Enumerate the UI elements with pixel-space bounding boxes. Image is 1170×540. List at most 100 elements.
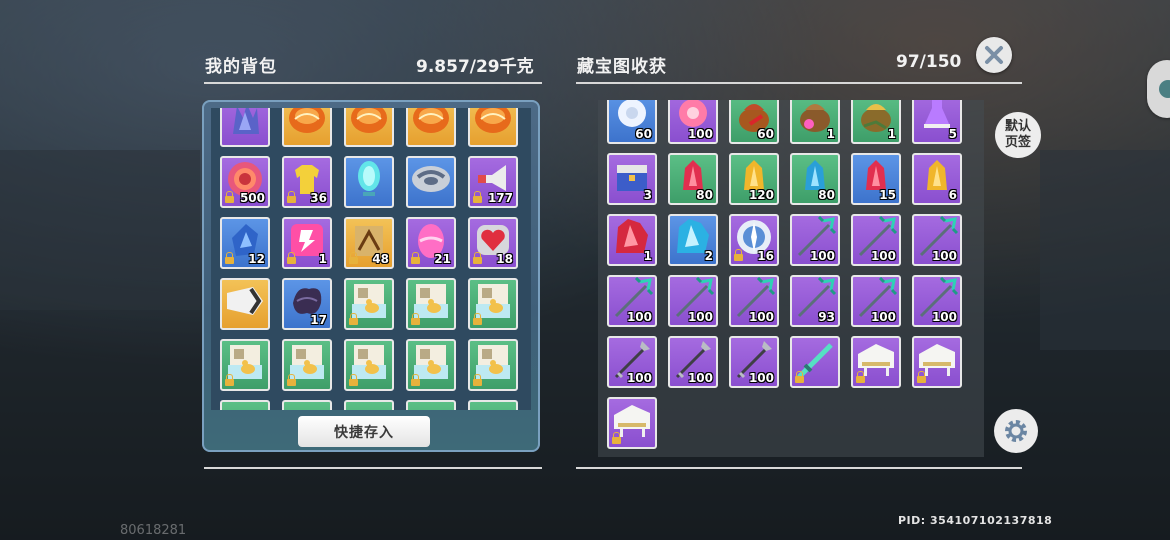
item-quantity: 100	[870, 249, 896, 263]
item-quantity: 1	[643, 249, 652, 263]
reward-slot[interactable]: 60	[729, 100, 779, 144]
item-quantity: 100	[687, 371, 713, 385]
cyan-crystal-icon	[352, 158, 386, 204]
bag-slot[interactable]: 500	[220, 156, 270, 208]
bag-slot[interactable]	[220, 339, 270, 391]
bound-lock-icon	[225, 191, 234, 203]
reward-slot[interactable]: 6	[912, 153, 962, 205]
bag-slot[interactable]: 12	[220, 217, 270, 269]
bag-slot[interactable]	[406, 400, 456, 410]
bag-slot[interactable]: 21	[406, 217, 456, 269]
bag-slot[interactable]	[406, 339, 456, 391]
bag-slot[interactable]: 48	[344, 217, 394, 269]
bag-slot[interactable]	[220, 278, 270, 330]
purple-tower-icon	[225, 108, 265, 140]
item-quantity: 100	[626, 310, 652, 324]
reward-slot[interactable]: 100	[668, 275, 718, 327]
bag-slot[interactable]	[468, 278, 518, 330]
bag-slot[interactable]	[344, 156, 394, 208]
bag-slot[interactable]	[468, 400, 518, 410]
settings-button[interactable]	[994, 409, 1038, 453]
bag-slot[interactable]	[406, 156, 456, 208]
bound-lock-icon	[612, 432, 621, 444]
item-quantity: 15	[879, 188, 896, 202]
reward-slot[interactable]	[790, 336, 840, 388]
reward-slot[interactable]: 2	[668, 214, 718, 266]
reward-slot[interactable]: 120	[729, 153, 779, 205]
bag-slot[interactable]	[220, 108, 270, 147]
default-tab-label-line1: 默认	[1004, 119, 1031, 134]
item-quantity: 500	[239, 191, 265, 205]
reward-slot[interactable]: 100	[668, 336, 718, 388]
bag-slot[interactable]: 17	[282, 278, 332, 330]
reward-slot[interactable]: 1	[790, 100, 840, 144]
item-quantity: 100	[931, 310, 957, 324]
bag-slot[interactable]	[406, 278, 456, 330]
reward-slot[interactable]	[607, 397, 657, 449]
quick-store-button[interactable]: 快捷存入	[298, 416, 430, 447]
reward-slot[interactable]: 60	[607, 100, 657, 144]
item-quantity: 60	[635, 127, 652, 141]
bag-slot[interactable]: 177	[468, 156, 518, 208]
bag-slot[interactable]: 36	[282, 156, 332, 208]
bag-grid[interactable]: 500 36 177 12 1 48 21 18 17	[211, 108, 531, 410]
item-quantity: 1	[887, 127, 896, 141]
orange-orb-icon	[287, 108, 327, 139]
reward-slot[interactable]: 15	[851, 153, 901, 205]
item-quantity: 16	[757, 249, 774, 263]
bag-slot[interactable]	[282, 108, 332, 147]
reward-slot[interactable]: 100	[607, 275, 657, 327]
reward-slot[interactable]: 3	[607, 153, 657, 205]
bag-slot[interactable]	[220, 400, 270, 410]
reward-slot[interactable]: 100	[668, 100, 718, 144]
bag-slot[interactable]	[468, 108, 518, 147]
reward-slot[interactable]: 80	[790, 153, 840, 205]
reward-slot[interactable]: 100	[851, 214, 901, 266]
horn-icon	[223, 283, 267, 323]
bound-lock-icon	[225, 252, 234, 264]
reward-slot[interactable]: 93	[790, 275, 840, 327]
reward-slot[interactable]: 80	[668, 153, 718, 205]
rewards-grid[interactable]: 60 100 60 1 1 5 3 80 120 80 15 6 1 2 16 100 100 100 100 100…	[598, 100, 984, 457]
reward-slot[interactable]	[851, 336, 901, 388]
side-edge-button[interactable]	[1147, 60, 1170, 118]
reward-slot[interactable]: 100	[851, 275, 901, 327]
bound-lock-icon	[473, 313, 482, 325]
bound-lock-icon	[287, 374, 296, 386]
bound-lock-icon	[473, 191, 482, 203]
reward-slot[interactable]: 5	[912, 100, 962, 144]
reward-slot[interactable]: 1	[851, 100, 901, 144]
item-quantity: 18	[496, 252, 513, 266]
bound-lock-icon	[349, 313, 358, 325]
bag-slot[interactable]	[282, 400, 332, 410]
reward-slot[interactable]: 100	[790, 214, 840, 266]
item-quantity: 100	[931, 249, 957, 263]
item-quantity: 100	[687, 127, 713, 141]
rewards-title: 藏宝图收获	[577, 57, 667, 77]
reward-slot[interactable]: 100	[607, 336, 657, 388]
bag-slot[interactable]	[282, 339, 332, 391]
reward-slot[interactable]: 1	[607, 214, 657, 266]
reward-slot[interactable]: 100	[912, 275, 962, 327]
bag-slot[interactable]	[344, 400, 394, 410]
reward-slot[interactable]: 16	[729, 214, 779, 266]
reward-slot[interactable]	[912, 336, 962, 388]
uid-watermark: 80618281	[120, 523, 187, 538]
reward-slot[interactable]: 100	[912, 214, 962, 266]
reward-slot[interactable]: 100	[729, 336, 779, 388]
item-quantity: 80	[696, 188, 713, 202]
bag-slot[interactable]	[344, 278, 394, 330]
bag-slot[interactable]	[344, 108, 394, 147]
rewards-divider-top	[576, 82, 1022, 84]
bag-slot[interactable]	[406, 108, 456, 147]
reward-slot[interactable]: 100	[729, 275, 779, 327]
bag-slot[interactable]	[344, 339, 394, 391]
bound-lock-icon	[411, 313, 420, 325]
bag-divider-bottom	[204, 467, 542, 469]
item-quantity: 100	[870, 310, 896, 324]
bag-slot[interactable]: 1	[282, 217, 332, 269]
default-tab-button[interactable]: 默认 页签	[995, 112, 1041, 158]
bag-slot[interactable]: 18	[468, 217, 518, 269]
close-button[interactable]	[976, 37, 1012, 73]
bag-slot[interactable]	[468, 339, 518, 391]
